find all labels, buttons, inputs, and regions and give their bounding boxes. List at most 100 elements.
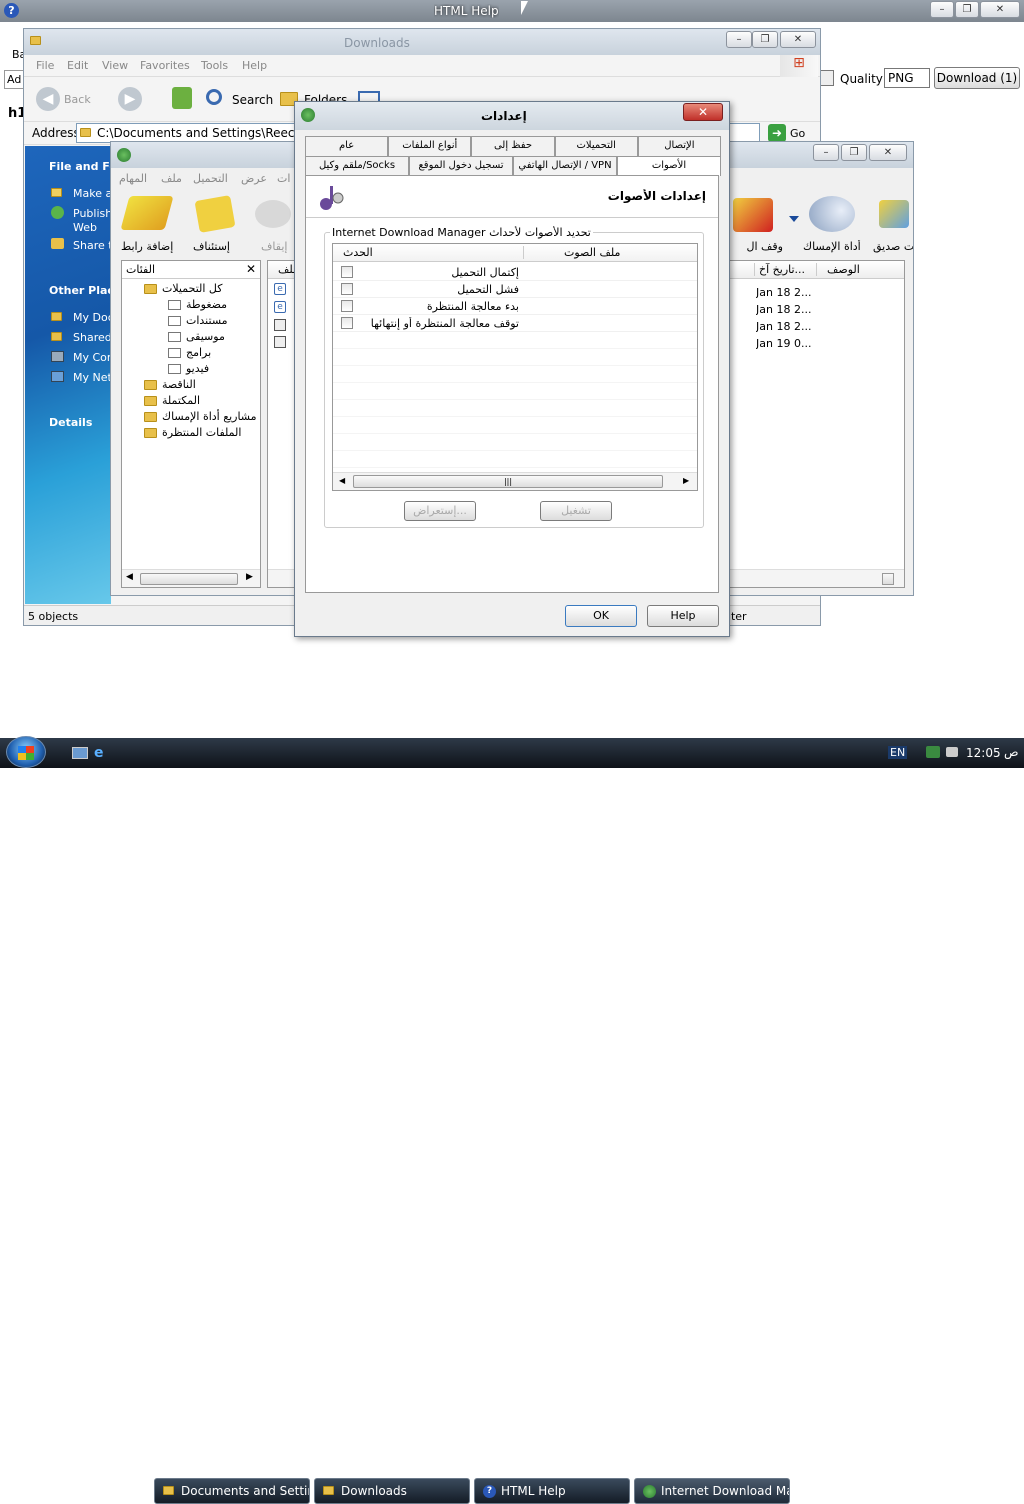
start-button[interactable] xyxy=(6,736,46,768)
maximize-button[interactable]: ❐ xyxy=(955,1,979,18)
close-button[interactable]: ✕ xyxy=(980,1,1020,18)
category-item[interactable]: المكتملة▸ xyxy=(144,393,258,409)
event-checkbox[interactable] xyxy=(341,283,353,295)
place-shared[interactable]: Shared xyxy=(73,331,112,344)
col-desc[interactable]: الوصف xyxy=(816,263,904,276)
menu-tools[interactable]: Tools xyxy=(201,59,228,72)
menu-view[interactable]: عرض xyxy=(241,172,267,185)
back-label[interactable]: Back xyxy=(64,93,91,106)
dialog-tab[interactable]: تسجيل دخول الموقع xyxy=(409,156,513,176)
search-label[interactable]: Search xyxy=(232,93,273,107)
dialog-tab[interactable]: الأصوات xyxy=(617,156,721,176)
event-checkbox[interactable] xyxy=(341,317,353,329)
maximize-button[interactable]: ❐ xyxy=(841,144,867,161)
category-item[interactable]: كل التحميلات▾ xyxy=(144,281,258,297)
clock-time[interactable]: 12:05 xyxy=(966,746,1001,760)
back-icon[interactable]: ◀ xyxy=(36,87,60,111)
menu-favorites[interactable]: Favorites xyxy=(140,59,190,72)
category-item[interactable]: موسيقى xyxy=(168,329,258,345)
show-desktop-icon[interactable] xyxy=(72,747,88,759)
menu-file[interactable]: ملف xyxy=(161,172,182,185)
resume-icon[interactable] xyxy=(194,195,236,233)
minimize-button[interactable]: – xyxy=(726,31,752,48)
menu-file[interactable]: File xyxy=(36,59,54,72)
col-sound-file[interactable]: ملف الصوت xyxy=(523,246,697,259)
event-checkbox[interactable] xyxy=(341,266,353,278)
ie-icon[interactable]: e xyxy=(94,745,110,761)
category-item[interactable]: الناقصة▸ xyxy=(144,377,258,393)
category-item[interactable]: مستندات xyxy=(168,313,258,329)
tree-hscrollbar[interactable]: ◀ ▶ xyxy=(122,569,260,587)
category-item[interactable]: مضغوطة xyxy=(168,297,258,313)
grabber-icon[interactable] xyxy=(809,196,855,232)
tell-friend-icon[interactable] xyxy=(879,200,909,228)
quality-select[interactable]: PNG xyxy=(884,68,930,88)
minimize-button[interactable]: – xyxy=(813,144,839,161)
task-share[interactable]: Share t xyxy=(73,239,113,252)
minimize-button[interactable]: – xyxy=(930,1,954,18)
up-folder-icon[interactable] xyxy=(172,87,192,109)
go-icon[interactable]: ➜ xyxy=(768,124,786,142)
task-make[interactable]: Make a xyxy=(73,187,112,200)
toolbar-add-url[interactable]: إضافة رابط xyxy=(121,240,173,253)
dialog-tab[interactable]: الإتصال xyxy=(637,136,721,156)
dialog-tab[interactable]: عام xyxy=(305,136,389,156)
dialog-tab[interactable]: التحميلات xyxy=(554,136,638,156)
event-checkbox[interactable] xyxy=(341,300,353,312)
toolbar-tell-friend[interactable]: ت صديق xyxy=(873,240,913,253)
event-row[interactable]: توقف معالجة المنتظرة أو إنتهائها xyxy=(333,315,697,332)
play-button[interactable]: تشغيل xyxy=(540,501,612,521)
stop-queue-icon[interactable] xyxy=(733,198,773,232)
event-row[interactable]: إكتمال التحميل xyxy=(333,264,697,281)
taskbar-item-idm[interactable]: Internet Download Ma... xyxy=(634,1478,790,1504)
category-item[interactable]: فيديو xyxy=(168,361,258,377)
browse-button[interactable]: إستعراض... xyxy=(404,501,476,521)
events-hscrollbar[interactable]: ◀ ||| ▶ xyxy=(333,472,697,490)
close-button[interactable]: ✕ xyxy=(869,144,907,161)
toolbar-stop-queue[interactable]: وقف ال xyxy=(727,240,783,253)
taskbar-item-downloads[interactable]: Downloads xyxy=(314,1478,470,1504)
menu-view[interactable]: View xyxy=(102,59,128,72)
go-label[interactable]: Go xyxy=(790,127,805,140)
category-item[interactable]: الملفات المنتظرة▸ xyxy=(144,425,258,441)
toolbar-stop[interactable]: إيقاف xyxy=(261,240,287,253)
menu-options[interactable]: ات xyxy=(277,172,290,185)
download-button[interactable]: Download (1) xyxy=(934,67,1020,89)
col-date[interactable]: تاريخ آخ... xyxy=(754,263,814,276)
help-button[interactable]: Help xyxy=(647,605,719,627)
close-button[interactable]: ✕ xyxy=(780,31,816,48)
taskbar-item-html-help[interactable]: ? HTML Help xyxy=(474,1478,630,1504)
close-button[interactable]: ✕ xyxy=(683,103,723,121)
close-icon[interactable]: ✕ xyxy=(246,262,256,276)
language-indicator[interactable]: EN xyxy=(888,746,908,759)
menu-download[interactable]: التحميل xyxy=(193,172,228,185)
add-url-icon[interactable] xyxy=(120,196,174,230)
col-event[interactable]: الحدث xyxy=(343,246,373,259)
menu-edit[interactable]: Edit xyxy=(67,59,88,72)
dropdown-arrow-icon[interactable] xyxy=(789,216,799,222)
dialog-tab[interactable]: VPN / الإتصال الهاتفي xyxy=(513,156,617,176)
event-row[interactable]: بدء معالجة المنتظرة xyxy=(333,298,697,315)
volume-tray-icon[interactable] xyxy=(946,747,958,757)
network-tray-icon[interactable] xyxy=(926,746,940,758)
event-row[interactable]: فشل التحميل xyxy=(333,281,697,298)
ok-button[interactable]: OK xyxy=(565,605,637,627)
toolbar-resume[interactable]: إستئناف xyxy=(193,240,230,253)
toolbar-grabber[interactable]: أداة الإمساك xyxy=(803,240,861,253)
category-item[interactable]: برامج xyxy=(168,345,258,361)
empty-row xyxy=(333,332,697,349)
forward-icon[interactable]: ▶ xyxy=(118,87,142,111)
menu-tasks[interactable]: المهام xyxy=(119,172,147,185)
search-icon[interactable] xyxy=(206,89,222,105)
bg-tool-icon[interactable] xyxy=(820,70,834,86)
taskbar-item-documents[interactable]: Documents and Settings xyxy=(154,1478,310,1504)
menu-help[interactable]: Help xyxy=(242,59,267,72)
place-my-documents[interactable]: My Doc xyxy=(73,311,114,324)
dialog-tab[interactable]: حفظ إلى xyxy=(471,136,555,156)
maximize-button[interactable]: ❐ xyxy=(752,31,778,48)
dialog-tab[interactable]: أنواع الملفات xyxy=(388,136,472,156)
dialog-tab[interactable]: Socks/ملقم وكيل xyxy=(305,156,409,176)
stop-icon[interactable] xyxy=(255,200,291,228)
task-publish[interactable]: Publish Web xyxy=(73,207,112,235)
category-item[interactable]: مشاريع أداة الإمساك▸ xyxy=(144,409,258,425)
